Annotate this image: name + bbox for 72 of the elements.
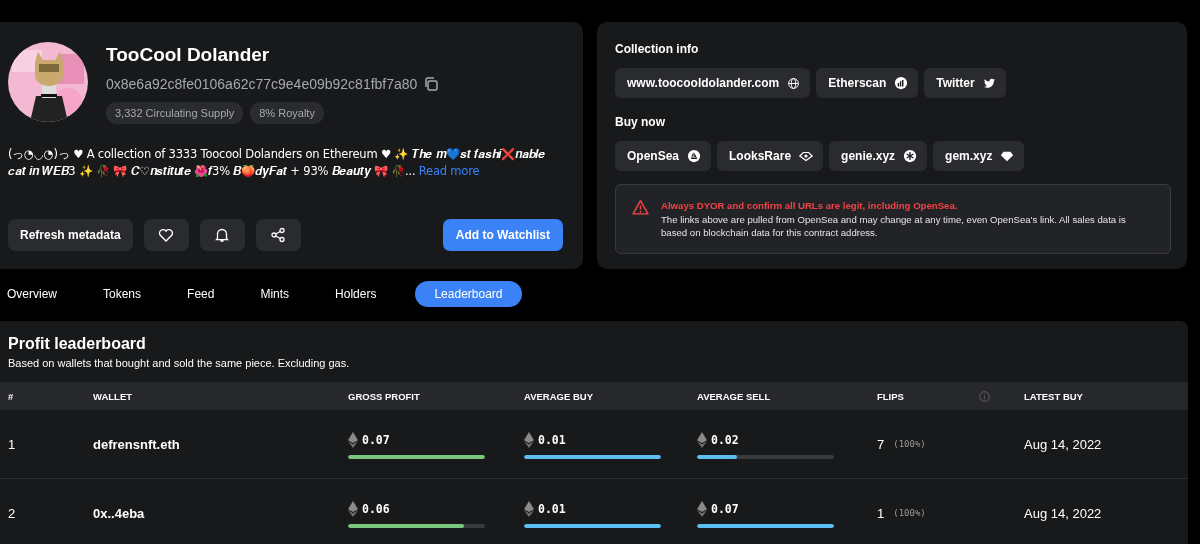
leaderboard-subtitle: Based on wallets that bought and sold the same piece. Excluding gas. — [7, 357, 351, 371]
warning-icon — [632, 199, 649, 216]
share-icon — [270, 227, 287, 243]
refresh-metadata-button[interactable]: Refresh metadata — [8, 219, 133, 251]
leaderboard-title: Profit leaderboard — [7, 334, 147, 354]
link-button[interactable]: genie.xyz — [829, 141, 928, 171]
favorite-button[interactable] — [143, 219, 189, 251]
copy-icon[interactable] — [423, 76, 440, 92]
link-button[interactable]: Etherscan — [816, 68, 919, 98]
link-button[interactable]: www.toocooldolander.com — [615, 68, 811, 98]
flips-count: 7 — [877, 436, 885, 452]
star-icon — [903, 149, 918, 163]
column-header: WALLET — [85, 382, 340, 410]
collection-description: (っ◔◡◔)っ ♥ A collection of 3333 Toocool Dolanders on Ethereum ♥ ✨ 𝑻𝒉𝒆 𝒎💙𝒔𝒕 𝒇𝒂𝒔𝒉𝒊❌𝒏𝒂𝒃𝒍𝒆 𝒄𝒂𝒕 𝒊𝒏 𝑾𝑬𝑩3 ✨ 🥀 🎀 𝑪♡𝒏𝒔𝒕𝒊𝒕𝒖𝒕𝒆 🌺𝒇3% 𝑩🍑𝒅𝒚𝑭𝒂𝒕 + 93% 𝑩𝒆𝒂𝒖𝒕𝒚 🎀 🥀... Read more — [8, 146, 547, 180]
column-header: # — [0, 382, 85, 410]
tab[interactable]: Mints — [253, 281, 297, 307]
bird-icon — [982, 76, 996, 90]
eth-amount: 0.02 — [711, 432, 739, 447]
ethereum-icon — [697, 431, 707, 448]
tab[interactable]: Holders — [328, 281, 384, 307]
bell-icon — [214, 227, 231, 243]
gem-icon — [1000, 149, 1015, 163]
rank-cell: 1 — [8, 436, 16, 452]
column-header: AVERAGE BUY — [516, 382, 689, 410]
globe-icon — [787, 76, 801, 90]
eth-amount: 0.01 — [538, 501, 566, 516]
date-cell: Aug 14, 2022 — [1024, 505, 1102, 521]
warning-title: Always DYOR and confirm all URLs are legit, including OpenSea. — [661, 199, 959, 212]
eth-amount: 0.07 — [362, 432, 390, 447]
warning-text: The links above are pulled from OpenSea and may change at any time, even OpenSea's link. All sales data is based on blockchain data for this contract address. — [661, 213, 1127, 239]
ethereum-icon — [697, 500, 707, 517]
wallet-name: 0x..4eba — [93, 505, 145, 521]
column-header: LATEST BUY — [1016, 382, 1188, 410]
ethereum-icon — [524, 500, 534, 517]
tab[interactable]: Leaderboard — [415, 281, 522, 307]
column-header: GROSS PROFIT — [340, 382, 516, 410]
collection-name: TooCool Dolander — [106, 44, 271, 66]
share-button[interactable] — [255, 219, 301, 251]
info-icon — [978, 389, 991, 403]
date-cell: Aug 14, 2022 — [1024, 436, 1102, 452]
flips-count: 1 — [877, 505, 885, 521]
ethereum-icon — [348, 500, 358, 517]
link-button[interactable]: gem.xyz — [933, 141, 1025, 171]
eth-amount: 0.01 — [538, 432, 566, 447]
eth-amount: 0.06 — [362, 501, 390, 516]
column-header: FLIPS — [869, 382, 970, 410]
tab[interactable]: Overview — [0, 281, 64, 307]
link-button[interactable]: OpenSea — [615, 141, 712, 171]
chart-icon — [894, 76, 909, 90]
eye-icon — [799, 149, 814, 163]
boat-icon — [687, 149, 702, 163]
section-title: Collection info — [615, 42, 700, 56]
stat-badge: 3,332 Circulating Supply — [106, 102, 244, 124]
column-header: AVERAGE SELL — [689, 382, 869, 410]
flips-percent: (100%) — [893, 439, 926, 449]
wallet-name: defrensnft.eth — [93, 436, 180, 452]
flips-percent: (100%) — [893, 508, 926, 518]
link-button[interactable]: Twitter — [924, 68, 1006, 98]
ethereum-icon — [348, 431, 358, 448]
link-button[interactable]: LooksRare — [717, 141, 824, 171]
tab[interactable]: Feed — [180, 281, 222, 307]
read-more-link[interactable]: Read more — [418, 164, 480, 178]
heart-icon — [158, 227, 175, 243]
stat-badge: 8% Royalty — [250, 102, 324, 124]
ethereum-icon — [524, 431, 534, 448]
add-to-watchlist-button[interactable]: Add to Watchlist — [442, 219, 563, 251]
contract-address: 0x8e6a92c8fe0106a62c77c9e4e09b92c81fbf7a80 — [106, 76, 418, 92]
section-title: Buy now — [615, 115, 666, 129]
notification-button[interactable] — [199, 219, 245, 251]
eth-amount: 0.07 — [711, 501, 739, 516]
tab[interactable]: Tokens — [96, 281, 149, 307]
rank-cell: 2 — [8, 505, 16, 521]
